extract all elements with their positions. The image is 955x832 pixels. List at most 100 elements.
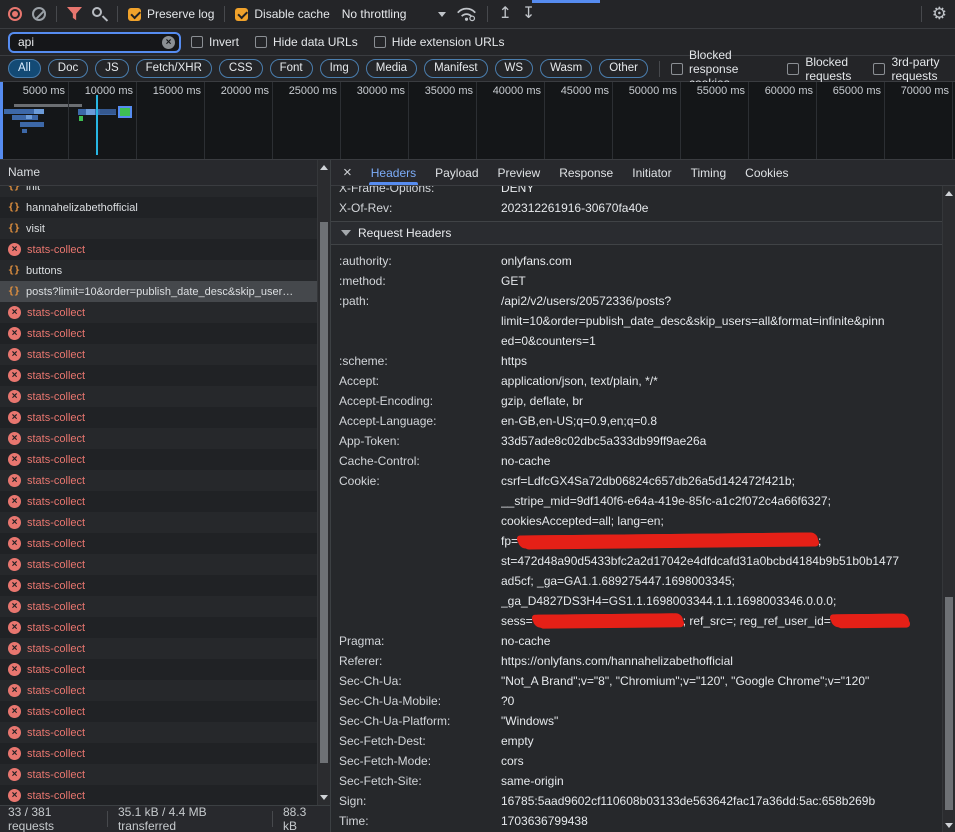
request-list-scrollbar[interactable] xyxy=(317,160,330,805)
type-pill-font[interactable]: Font xyxy=(270,59,313,78)
request-row[interactable]: ×stats-collect xyxy=(0,533,330,554)
blocked-checkbox-blocked-requests[interactable]: Blocked requests xyxy=(787,55,857,83)
throttling-select[interactable]: No throttling xyxy=(342,7,407,21)
header-value-line: 202312261916-30670fa40e xyxy=(501,198,941,218)
filter-checkbox-hide-extension-urls[interactable]: Hide extension URLs xyxy=(374,35,505,49)
request-row[interactable]: ×stats-collect xyxy=(0,743,330,764)
scroll-up-icon[interactable] xyxy=(945,191,953,196)
filter-checkbox-hide-data-urls[interactable]: Hide data URLs xyxy=(255,35,358,49)
request-row[interactable]: ×stats-collect xyxy=(0,323,330,344)
chevron-down-icon[interactable] xyxy=(438,12,446,17)
request-row[interactable]: ×stats-collect xyxy=(0,554,330,575)
filter-checkbox-invert[interactable]: Invert xyxy=(191,35,239,49)
redaction-scribble xyxy=(831,614,909,628)
request-name: stats-collect xyxy=(27,622,85,634)
scrollbar-thumb[interactable] xyxy=(945,597,953,810)
request-row[interactable]: ×stats-collect xyxy=(0,638,330,659)
type-pill-other[interactable]: Other xyxy=(599,59,648,78)
request-row[interactable]: ×stats-collect xyxy=(0,239,330,260)
request-row[interactable]: {}visit xyxy=(0,218,330,239)
tab-payload[interactable]: Payload xyxy=(435,160,478,185)
request-headers-section[interactable]: Request Headers xyxy=(331,221,955,245)
request-row[interactable]: ×stats-collect xyxy=(0,680,330,701)
request-row[interactable]: {}hannahelizabethofficial xyxy=(0,197,330,218)
preserve-log-checkbox[interactable]: Preserve log xyxy=(128,7,214,21)
request-row[interactable]: ×stats-collect xyxy=(0,344,330,365)
type-pill-manifest[interactable]: Manifest xyxy=(424,59,487,78)
clear-icon[interactable] xyxy=(32,7,46,21)
scroll-down-icon[interactable] xyxy=(320,795,328,800)
gear-icon[interactable]: ⚙ xyxy=(932,6,947,22)
request-row[interactable]: ×stats-collect xyxy=(0,659,330,680)
type-pill-media[interactable]: Media xyxy=(366,59,417,78)
timeline-overview[interactable]: 5000 ms10000 ms15000 ms20000 ms25000 ms3… xyxy=(0,82,955,160)
request-row[interactable]: {}buttons xyxy=(0,260,330,281)
tab-headers[interactable]: Headers xyxy=(371,160,416,185)
header-row: :method:GET xyxy=(339,271,955,291)
request-row[interactable]: ×stats-collect xyxy=(0,764,330,785)
tab-timing[interactable]: Timing xyxy=(691,160,727,185)
type-pill-css[interactable]: CSS xyxy=(219,59,263,78)
header-value-line: fp=; xyxy=(501,531,941,551)
tab-initiator[interactable]: Initiator xyxy=(632,160,671,185)
failed-icon: × xyxy=(8,600,21,613)
tab-cookies[interactable]: Cookies xyxy=(745,160,788,185)
type-pill-fetch-xhr[interactable]: Fetch/XHR xyxy=(136,59,212,78)
header-value: "Not_A Brand";v="8", "Chromium";v="120",… xyxy=(501,671,955,691)
request-name: stats-collect xyxy=(27,370,85,382)
request-row[interactable]: ×stats-collect xyxy=(0,596,330,617)
detail-scrollbar[interactable] xyxy=(942,186,955,832)
tab-response[interactable]: Response xyxy=(559,160,613,185)
clear-filter-icon[interactable]: × xyxy=(162,36,175,49)
type-pill-all[interactable]: All xyxy=(8,59,41,78)
network-conditions-icon[interactable] xyxy=(456,6,477,22)
request-row[interactable]: {}posts?limit=10&order=publish_date_desc… xyxy=(0,281,330,302)
request-row[interactable]: ×stats-collect xyxy=(0,407,330,428)
import-har-icon[interactable]: ↥ xyxy=(498,6,511,22)
type-pill-js[interactable]: JS xyxy=(95,59,128,78)
disable-cache-label: Disable cache xyxy=(254,7,329,21)
filter-funnel-icon[interactable] xyxy=(67,7,82,21)
header-value: same-origin xyxy=(501,771,955,791)
request-name: stats-collect xyxy=(27,664,85,676)
header-value: application/json, text/plain, */* xyxy=(501,371,955,391)
scroll-down-icon[interactable] xyxy=(945,823,953,828)
type-pill-doc[interactable]: Doc xyxy=(48,59,88,78)
timeline-tick-label: 70000 ms xyxy=(885,85,949,97)
type-pill-wasm[interactable]: Wasm xyxy=(540,59,592,78)
summary-text: 33 / 381 requests xyxy=(8,805,97,832)
export-har-icon[interactable]: ↧ xyxy=(522,6,535,22)
name-column-header[interactable]: Name xyxy=(0,160,330,186)
header-row: App-Token:33d57ade8c02dbc5a333db99ff9ae2… xyxy=(339,431,955,451)
type-pill-img[interactable]: Img xyxy=(320,59,359,78)
blocked-checkbox-3rd-party-requests[interactable]: 3rd-party requests xyxy=(873,55,947,83)
disable-cache-checkbox[interactable]: Disable cache xyxy=(235,7,329,21)
request-row[interactable]: ×stats-collect xyxy=(0,722,330,743)
header-name: :scheme: xyxy=(339,351,501,371)
request-row[interactable]: ×stats-collect xyxy=(0,617,330,638)
header-value: /api2/v2/users/20572336/posts?limit=10&o… xyxy=(501,291,955,351)
checkbox-unchecked-icon xyxy=(255,36,267,48)
scroll-up-icon[interactable] xyxy=(320,165,328,170)
request-row[interactable]: ×stats-collect xyxy=(0,575,330,596)
request-name: stats-collect xyxy=(27,307,85,319)
request-row[interactable]: ×stats-collect xyxy=(0,302,330,323)
request-row[interactable]: ×stats-collect xyxy=(0,701,330,722)
filter-input[interactable] xyxy=(16,34,158,50)
scrollbar-thumb[interactable] xyxy=(320,222,328,763)
request-row[interactable]: ×stats-collect xyxy=(0,449,330,470)
request-row[interactable]: ×stats-collect xyxy=(0,386,330,407)
request-row[interactable]: ×stats-collect xyxy=(0,491,330,512)
request-row[interactable]: ×stats-collect xyxy=(0,785,330,805)
search-icon[interactable] xyxy=(92,7,107,22)
tab-preview[interactable]: Preview xyxy=(498,160,541,185)
header-name: Cache-Control: xyxy=(339,451,501,471)
request-row[interactable]: ×stats-collect xyxy=(0,512,330,533)
type-pill-ws[interactable]: WS xyxy=(495,59,534,78)
record-icon[interactable] xyxy=(8,7,22,21)
request-row[interactable]: ×stats-collect xyxy=(0,470,330,491)
request-row[interactable]: {}init xyxy=(0,186,330,197)
request-row[interactable]: ×stats-collect xyxy=(0,365,330,386)
request-row[interactable]: ×stats-collect xyxy=(0,428,330,449)
close-icon[interactable]: × xyxy=(343,164,352,181)
